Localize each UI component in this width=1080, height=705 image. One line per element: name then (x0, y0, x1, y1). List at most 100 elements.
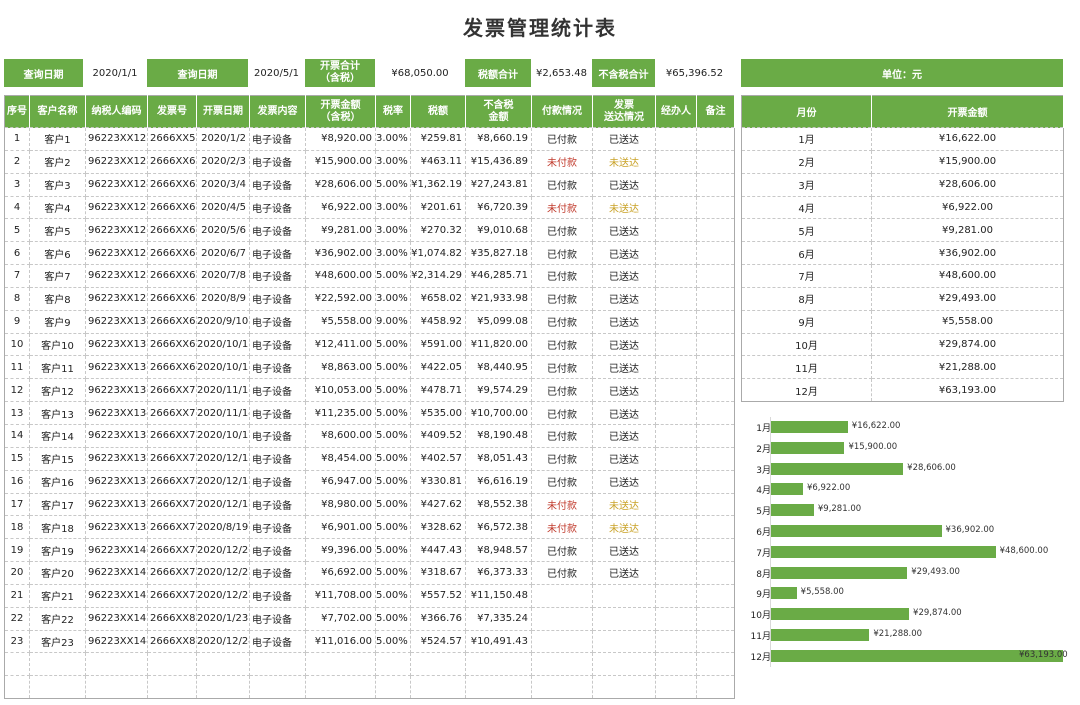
table-cell[interactable]: 已付款 (531, 423, 593, 448)
table-cell[interactable] (85, 652, 148, 677)
table-cell[interactable]: 2666XX68 (147, 332, 197, 357)
table-cell[interactable]: 2666XX75 (147, 492, 197, 517)
table-cell[interactable]: 5.00% (375, 583, 411, 608)
table-cell[interactable]: 已付款 (531, 241, 593, 266)
table-cell[interactable]: 2020/10/11 (196, 332, 250, 357)
table-cell[interactable]: 客户22 (29, 606, 86, 631)
table-cell[interactable]: ¥427.62 (410, 492, 466, 517)
table-cell[interactable]: 已送达 (592, 264, 656, 288)
table-cell[interactable]: 2020/9/10 (196, 309, 250, 334)
table-cell[interactable]: 客户8 (29, 286, 86, 311)
table-cell[interactable]: 2666XX71 (147, 401, 197, 425)
table-cell[interactable]: 96223XX122 (85, 127, 148, 151)
table-cell[interactable]: 96223XX137 (85, 469, 148, 494)
table-cell[interactable]: 2020/8/9 (196, 286, 250, 311)
table-cell[interactable]: ¥557.52 (410, 583, 466, 608)
table-cell[interactable]: 5.00% (375, 538, 411, 563)
table-cell[interactable] (696, 423, 735, 448)
table-cell[interactable] (696, 629, 735, 654)
table-cell[interactable]: 9 (4, 309, 30, 334)
table-cell[interactable]: 2020/6/7 (196, 241, 250, 266)
table-cell[interactable]: 客户1 (29, 127, 86, 151)
table-cell[interactable] (655, 149, 697, 174)
table-cell[interactable] (531, 629, 593, 654)
table-cell[interactable]: ¥8,660.19 (465, 127, 532, 151)
table-cell[interactable]: 已付款 (531, 264, 593, 288)
table-cell[interactable]: ¥535.00 (410, 401, 466, 425)
table-cell[interactable] (592, 606, 656, 631)
table-cell[interactable] (655, 127, 697, 151)
table-cell[interactable]: ¥8,454.00 (305, 446, 376, 471)
table-cell[interactable]: 2020/7/8 (196, 264, 250, 288)
table-cell[interactable]: 96223XX144 (85, 629, 148, 654)
table-row[interactable]: 4客户496223XX1252666XX622020/4/5电子设备¥6,922… (4, 195, 735, 220)
table-row[interactable]: 23客户2396223XX1442666XX812020/12/24电子设备¥1… (4, 629, 735, 654)
table-cell[interactable]: ¥10,053.00 (305, 378, 376, 403)
table-cell[interactable]: 已送达 (592, 332, 656, 357)
table-row[interactable]: 15客户1596223XX1362666XX732020/12/16电子设备¥8… (4, 446, 735, 471)
table-cell[interactable]: ¥10,700.00 (465, 401, 532, 425)
table-cell[interactable]: ¥1,074.82 (410, 241, 466, 266)
table-cell[interactable]: 2020/1/23 (196, 606, 250, 631)
table-cell[interactable]: ¥8,051.43 (465, 446, 532, 471)
table-cell[interactable] (696, 469, 735, 494)
table-cell[interactable]: 已送达 (592, 401, 656, 425)
table-cell[interactable]: ¥6,692.00 (305, 561, 376, 585)
table-cell[interactable] (592, 675, 656, 700)
table-row[interactable]: 1客户196223XX1222666XX592020/1/2电子设备¥8,920… (4, 127, 735, 151)
table-cell[interactable] (655, 515, 697, 540)
table-row[interactable]: 18客户1896223XX1392666XX762020/8/19电子设备¥6,… (4, 515, 735, 540)
table-cell[interactable]: 客户13 (29, 401, 86, 425)
table-cell[interactable] (249, 652, 306, 677)
table-cell[interactable]: ¥22,592.00 (305, 286, 376, 311)
table-cell[interactable] (655, 286, 697, 311)
table-cell[interactable]: 已付款 (531, 469, 593, 494)
table-cell[interactable]: 2666XX67 (147, 309, 197, 334)
table-cell[interactable] (696, 446, 735, 471)
table-cell[interactable]: 已送达 (592, 423, 656, 448)
table-cell[interactable]: 2666XX66 (147, 286, 197, 311)
table-cell[interactable]: ¥8,600.00 (305, 423, 376, 448)
table-cell[interactable] (696, 332, 735, 357)
table-cell[interactable]: 3.00% (375, 127, 411, 151)
table-cell[interactable]: 15 (4, 446, 30, 471)
table-cell[interactable]: 5.00% (375, 446, 411, 471)
table-cell[interactable]: 已送达 (592, 127, 656, 151)
table-cell[interactable] (696, 195, 735, 220)
table-cell[interactable]: 2020/12/17 (196, 469, 250, 494)
table-cell[interactable]: 已送达 (592, 446, 656, 471)
table-cell[interactable] (375, 652, 411, 677)
table-cell[interactable] (465, 675, 532, 700)
table-cell[interactable]: 电子设备 (249, 423, 306, 448)
table-cell[interactable]: 9.00% (375, 309, 411, 334)
table-cell[interactable] (655, 629, 697, 654)
table-row[interactable]: 9客户996223XX1302666XX672020/9/10电子设备¥5,55… (4, 309, 735, 334)
table-cell[interactable]: 未付款 (531, 149, 593, 174)
table-cell[interactable]: 10 (4, 332, 30, 357)
table-cell[interactable]: 电子设备 (249, 218, 306, 243)
table-cell[interactable]: 未送达 (592, 515, 656, 540)
table-cell[interactable]: ¥8,552.38 (465, 492, 532, 517)
table-cell[interactable]: ¥7,702.00 (305, 606, 376, 631)
table-cell[interactable] (655, 652, 697, 677)
table-cell[interactable]: ¥458.92 (410, 309, 466, 334)
table-cell[interactable] (696, 309, 735, 334)
table-cell[interactable]: 96223XX125 (85, 195, 148, 220)
table-cell[interactable]: 已送达 (592, 309, 656, 334)
table-cell[interactable] (696, 378, 735, 403)
table-cell[interactable]: ¥12,411.00 (305, 332, 376, 357)
table-cell[interactable]: ¥463.11 (410, 149, 466, 174)
table-cell[interactable]: 13 (4, 401, 30, 425)
table-cell[interactable]: ¥591.00 (410, 332, 466, 357)
table-cell[interactable]: 未付款 (531, 515, 593, 540)
table-cell[interactable]: 96223XX138 (85, 492, 148, 517)
table-cell[interactable]: 已付款 (531, 355, 593, 380)
table-cell[interactable]: ¥11,235.00 (305, 401, 376, 425)
table-cell[interactable]: 客户3 (29, 172, 86, 197)
table-cell[interactable]: 未送达 (592, 492, 656, 517)
table-cell[interactable]: 客户5 (29, 218, 86, 243)
table-cell[interactable]: 客户19 (29, 538, 86, 563)
table-cell[interactable]: 已送达 (592, 286, 656, 311)
table-cell[interactable]: 已送达 (592, 172, 656, 197)
table-cell[interactable]: 2020/1/2 (196, 127, 250, 151)
